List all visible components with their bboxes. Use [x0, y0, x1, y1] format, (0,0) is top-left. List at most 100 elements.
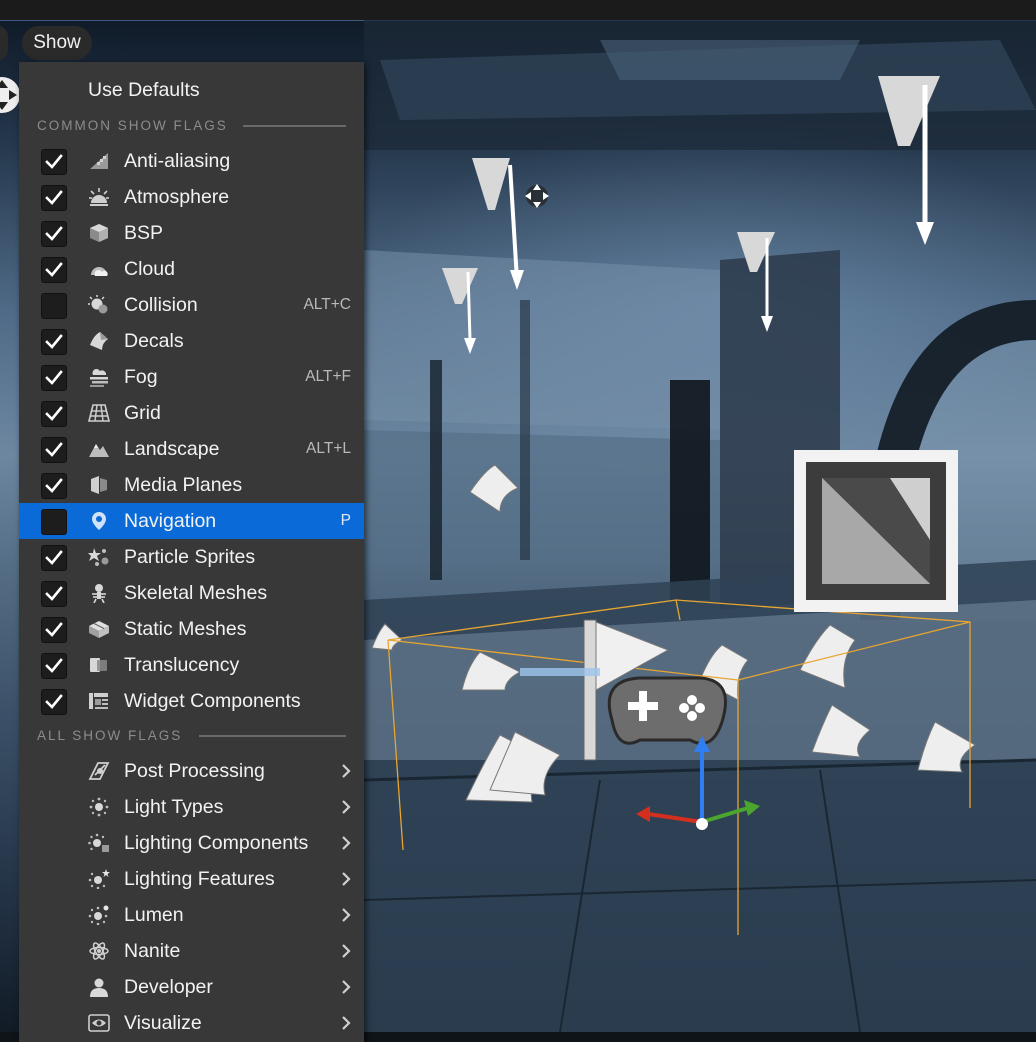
chevron-right-icon [340, 834, 352, 852]
submenu-label: Nanite [124, 940, 181, 962]
navigation-pin-icon [88, 511, 110, 531]
bsp-icon [88, 223, 110, 243]
show-flag-label: Translucency [124, 654, 240, 676]
checked-checkbox[interactable] [41, 365, 67, 391]
submenu-lighting-features[interactable]: Lighting Features [19, 861, 364, 897]
checked-checkbox[interactable] [41, 257, 67, 283]
anti-aliasing-icon [88, 151, 110, 171]
show-flag-anti-aliasing[interactable]: Anti-aliasing [19, 143, 364, 179]
submenu-lumen[interactable]: Lumen [19, 897, 364, 933]
skeletal-mesh-icon [88, 583, 110, 604]
submenu-label: Light Types [124, 796, 224, 818]
show-flag-label: Anti-aliasing [124, 150, 231, 172]
checked-checkbox[interactable] [41, 437, 67, 463]
show-flag-landscape[interactable]: Landscape ALT+L [19, 431, 364, 467]
shortcut-hint: ALT+L [306, 440, 351, 457]
section-divider [199, 735, 346, 737]
widget-components-icon [88, 691, 110, 711]
show-flag-cloud[interactable]: Cloud [19, 251, 364, 287]
show-flag-label: Landscape [124, 438, 220, 460]
show-flag-label: Static Meshes [124, 618, 247, 640]
developer-person-icon [88, 977, 110, 997]
submenu-post-processing[interactable]: Post Processing [19, 753, 364, 789]
submenu-label: Visualize [124, 1012, 202, 1034]
checked-checkbox[interactable] [41, 329, 67, 355]
checked-checkbox[interactable] [41, 401, 67, 427]
show-flags-menu: Use Defaults COMMON SHOW FLAGS Anti-alia… [19, 62, 364, 1042]
show-flag-media-planes[interactable]: Media Planes [19, 467, 364, 503]
unchecked-checkbox[interactable] [41, 293, 67, 319]
section-divider [243, 125, 346, 127]
show-flag-decals[interactable]: Decals [19, 323, 364, 359]
show-flag-label: Cloud [124, 258, 175, 280]
show-flag-skeletal-meshes[interactable]: Skeletal Meshes [19, 575, 364, 611]
texture-sprite-icon[interactable] [794, 450, 958, 612]
show-flag-bsp[interactable]: BSP [19, 215, 364, 251]
show-flag-label: Atmosphere [124, 186, 230, 208]
show-flag-label: Decals [124, 330, 184, 352]
checked-checkbox[interactable] [41, 653, 67, 679]
checked-checkbox[interactable] [41, 617, 67, 643]
unchecked-checkbox[interactable] [41, 509, 67, 535]
submenu-label: Lumen [124, 904, 184, 926]
show-flag-collision[interactable]: Collision ALT+C [19, 287, 364, 323]
show-flag-navigation[interactable]: Navigation P [19, 503, 364, 539]
static-mesh-icon [88, 619, 110, 639]
viewport-tab-strip [0, 0, 1036, 21]
show-flag-label: Fog [124, 366, 158, 388]
show-flag-label: Media Planes [124, 474, 243, 496]
checked-checkbox[interactable] [41, 221, 67, 247]
common-show-flags-header: COMMON SHOW FLAGS [37, 118, 228, 133]
visualize-eye-icon [88, 1013, 110, 1033]
show-flag-atmosphere[interactable]: Atmosphere [19, 179, 364, 215]
checked-checkbox[interactable] [41, 689, 67, 715]
submenu-lighting-components[interactable]: Lighting Components [19, 825, 364, 861]
show-flag-label: Navigation [124, 510, 217, 532]
checked-checkbox[interactable] [41, 473, 67, 499]
media-planes-icon [88, 475, 110, 495]
decals-icon [88, 331, 110, 351]
move-gizmo-icon[interactable] [525, 184, 549, 208]
fog-icon [88, 367, 110, 387]
lighting-components-icon [88, 833, 110, 853]
landscape-icon [88, 439, 110, 459]
grid-icon [87, 403, 111, 423]
submenu-label: Developer [124, 976, 213, 998]
submenu-light-types[interactable]: Light Types [19, 789, 364, 825]
show-flag-fog[interactable]: Fog ALT+F [19, 359, 364, 395]
show-flag-label: Particle Sprites [124, 546, 256, 568]
lighting-features-icon [88, 869, 110, 890]
show-flag-label: Skeletal Meshes [124, 582, 268, 604]
submenu-visualize[interactable]: Visualize [19, 1005, 364, 1041]
show-flag-grid[interactable]: Grid [19, 395, 364, 431]
shortcut-hint: P [340, 512, 351, 529]
chevron-right-icon [340, 906, 352, 924]
shortcut-hint: ALT+C [303, 296, 351, 313]
lumen-icon [88, 905, 110, 926]
checked-checkbox[interactable] [41, 149, 67, 175]
particle-sprites-icon [88, 547, 110, 567]
cloud-icon [88, 259, 110, 279]
use-defaults-item[interactable]: Use Defaults [88, 74, 200, 106]
show-flag-widget-components[interactable]: Widget Components [19, 683, 364, 719]
submenu-label: Lighting Components [124, 832, 309, 854]
show-flag-static-meshes[interactable]: Static Meshes [19, 611, 364, 647]
show-flag-label: Widget Components [124, 690, 301, 712]
translucency-icon [88, 655, 110, 675]
checked-checkbox[interactable] [41, 545, 67, 571]
checked-checkbox[interactable] [41, 581, 67, 607]
move-gizmo-icon[interactable] [0, 77, 20, 113]
atmosphere-icon [88, 187, 110, 207]
post-processing-icon [88, 761, 110, 781]
show-menu-button[interactable]: Show [22, 26, 92, 60]
chevron-right-icon [340, 942, 352, 960]
chevron-right-icon [340, 762, 352, 780]
submenu-nanite[interactable]: Nanite [19, 933, 364, 969]
show-flag-label: Grid [124, 402, 161, 424]
shortcut-hint: ALT+F [305, 368, 351, 385]
submenu-developer[interactable]: Developer [19, 969, 364, 1005]
show-flag-translucency[interactable]: Translucency [19, 647, 364, 683]
checked-checkbox[interactable] [41, 185, 67, 211]
nanite-atom-icon [88, 941, 110, 961]
show-flag-particle-sprites[interactable]: Particle Sprites [19, 539, 364, 575]
